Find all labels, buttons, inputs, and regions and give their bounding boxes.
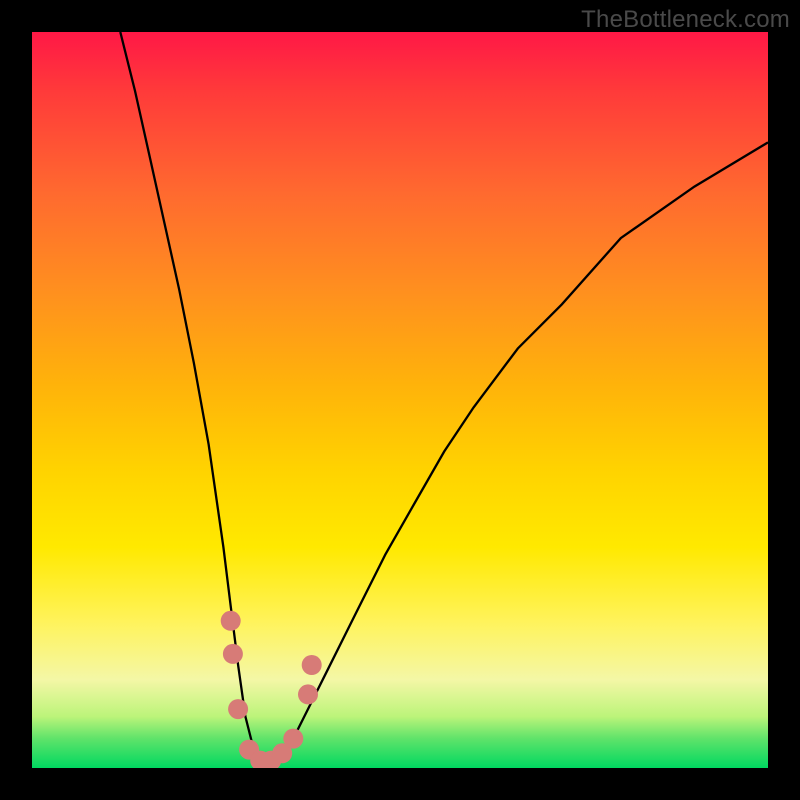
curve-marker	[298, 684, 318, 704]
plot-area	[32, 32, 768, 768]
curve-markers	[221, 611, 322, 768]
bottleneck-curve	[32, 32, 768, 768]
curve-marker	[221, 611, 241, 631]
curve-marker	[228, 699, 248, 719]
curve-marker	[283, 729, 303, 749]
curve-marker	[223, 644, 243, 664]
curve-line	[120, 32, 768, 764]
chart-frame: TheBottleneck.com	[0, 0, 800, 800]
watermark-text: TheBottleneck.com	[581, 6, 790, 34]
curve-marker	[302, 655, 322, 675]
